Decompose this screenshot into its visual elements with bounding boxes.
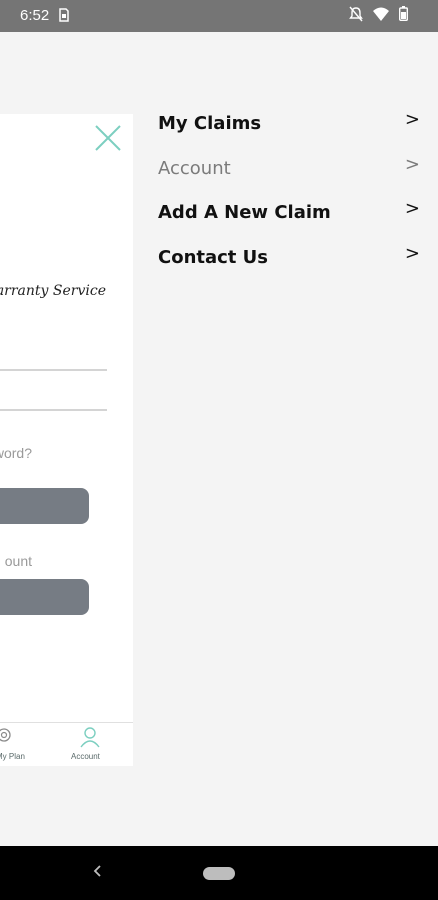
notifications-off-icon bbox=[349, 6, 363, 27]
plan-icon bbox=[0, 727, 14, 750]
tab-account[interactable]: Account bbox=[71, 752, 100, 761]
back-icon[interactable] bbox=[90, 862, 106, 880]
service-heading: Warranty Service bbox=[0, 283, 106, 299]
menu-item-account[interactable]: Account > bbox=[158, 154, 424, 188]
tab-my-plan[interactable]: My Plan bbox=[0, 752, 25, 761]
forgot-password-link[interactable]: word? bbox=[0, 445, 32, 461]
status-bar: 6:52 bbox=[0, 0, 438, 32]
username-field[interactable] bbox=[0, 369, 107, 371]
menu-item-label: Contact Us bbox=[158, 247, 269, 268]
status-time: 6:52 bbox=[20, 7, 50, 24]
menu-item-label: Account bbox=[158, 158, 231, 179]
menu-item-label: Add A New Claim bbox=[158, 202, 331, 223]
chevron-right-icon: > bbox=[404, 198, 420, 219]
create-account-text: ount bbox=[4, 553, 32, 569]
battery-icon bbox=[398, 6, 408, 26]
menu-item-my-claims[interactable]: My Claims > bbox=[158, 109, 424, 143]
system-nav-bar bbox=[0, 846, 438, 900]
chevron-right-icon: > bbox=[404, 109, 420, 130]
password-field[interactable] bbox=[0, 409, 107, 411]
menu-item-add-claim[interactable]: Add A New Claim > bbox=[158, 198, 424, 232]
account-icon bbox=[79, 726, 101, 753]
sim-icon bbox=[59, 8, 69, 22]
menu-item-contact-us[interactable]: Contact Us > bbox=[158, 243, 424, 277]
chevron-right-icon: > bbox=[404, 243, 420, 264]
login-button[interactable] bbox=[0, 488, 89, 524]
menu-item-label: My Claims bbox=[158, 113, 262, 134]
chevron-right-icon: > bbox=[404, 154, 420, 175]
bottom-tab-bar: My Plan Account bbox=[0, 722, 133, 766]
close-icon[interactable] bbox=[93, 123, 123, 153]
home-button[interactable] bbox=[203, 867, 235, 880]
login-panel: Warranty Service word? ount My Plan Acco… bbox=[0, 114, 133, 766]
wifi-icon bbox=[373, 7, 389, 26]
create-account-button[interactable] bbox=[0, 579, 89, 615]
